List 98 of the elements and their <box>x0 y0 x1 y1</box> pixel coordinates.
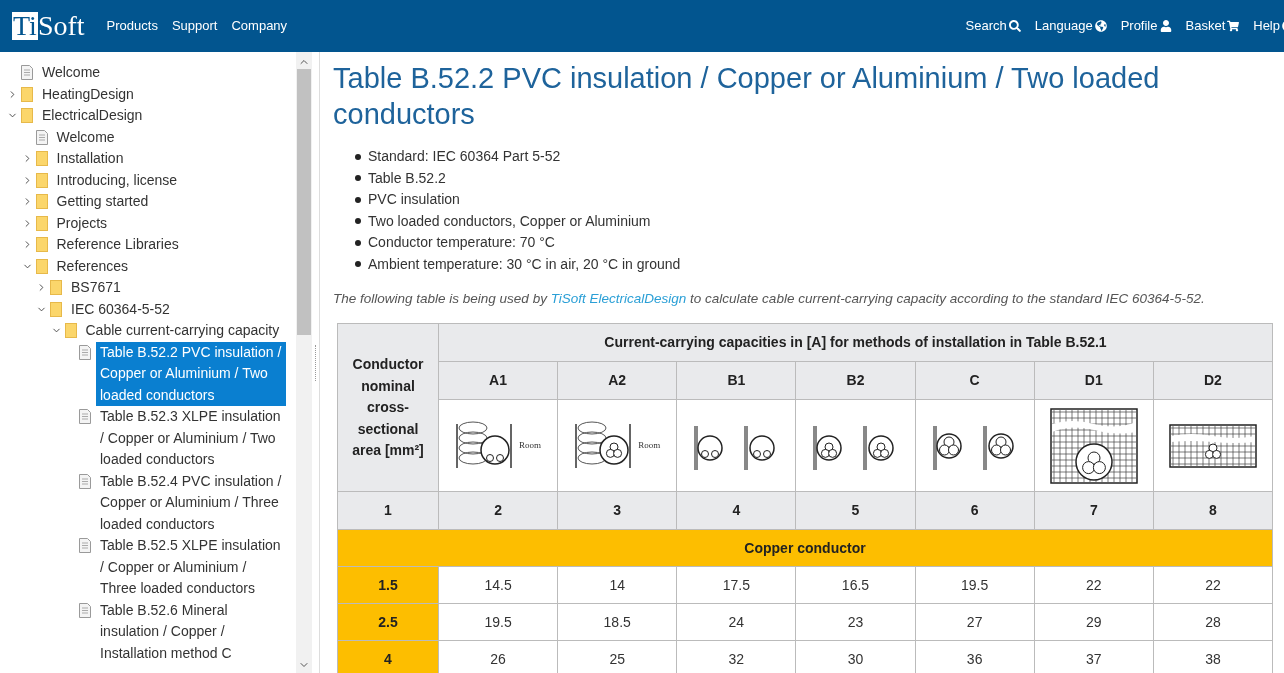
document-icon <box>79 473 91 489</box>
folder-icon <box>35 237 48 252</box>
folder-icon <box>50 301 62 317</box>
folder-icon <box>21 108 33 123</box>
tree-item[interactable]: Table B.52.6 Mineral insulation / Copper / Installation method C <box>96 599 286 664</box>
diagram-label: Room <box>638 439 661 452</box>
tree-item[interactable]: Projects <box>52 212 112 234</box>
tree-item[interactable]: Cable current-carrying capacity <box>81 320 284 342</box>
scrollbar-thumb[interactable] <box>297 69 311 335</box>
bullet-text: PVC insulation <box>368 190 460 210</box>
nav-link[interactable]: Help <box>1253 16 1284 36</box>
tree-item[interactable]: Introducing, license <box>52 169 182 191</box>
header-cell: B2 <box>795 361 916 400</box>
header-cell: A1 <box>438 361 558 400</box>
table-cell: 17.5 <box>676 566 796 604</box>
bullet-text: Table B.52.2 <box>368 168 446 188</box>
table-cell: 18.5 <box>557 603 677 641</box>
folder-icon <box>35 215 48 231</box>
folder-icon <box>35 258 48 274</box>
header-cell: 2 <box>438 491 558 530</box>
tree-item[interactable]: Welcome <box>38 62 105 84</box>
tree-item[interactable]: Installation <box>52 148 128 170</box>
table-cell: 24 <box>676 603 796 641</box>
table-cell: 19.5 <box>438 603 558 641</box>
intro-paragraph: The following table is being used by TiSoft ElectricalDesign to calculate cable current-carrying capacity according to the standard IEC 60364-5-52. <box>333 290 1206 308</box>
globe-icon <box>1094 20 1107 32</box>
header-cell: 7 <box>1034 491 1154 530</box>
cart-icon <box>1227 20 1240 32</box>
bullet-text: Conductor temperature: 70 °C <box>368 233 555 253</box>
tree-item[interactable]: HeatingDesign <box>38 83 138 105</box>
nav-link[interactable]: Search <box>965 16 1021 36</box>
folder-icon <box>21 86 33 102</box>
header-cell: 4 <box>676 491 796 530</box>
nav-link[interactable]: Language <box>1034 16 1107 36</box>
scrollbar[interactable] <box>296 52 312 673</box>
document-icon <box>79 602 91 618</box>
header-cell: A2 <box>557 361 677 400</box>
diagram-label: Room <box>519 439 542 452</box>
table-cell: 14 <box>557 566 677 604</box>
header-cell: 3 <box>557 491 677 530</box>
folder-icon <box>35 194 48 209</box>
nav-link[interactable]: Products <box>106 16 158 36</box>
nav-link[interactable]: Support <box>171 16 218 36</box>
size-cell: 4 <box>337 640 439 673</box>
header-cell: Current-carrying capacities in [A] for methods of installation in Table B.52.1 <box>438 323 1273 362</box>
header-cell: C <box>915 361 1035 400</box>
table-cell: 27 <box>915 603 1035 641</box>
header-cell: Conductor nominal cross-sectional area [mm²] <box>337 323 439 492</box>
tree-item[interactable]: Table B.52.5 XLPE insulation / Copper or Aluminium / Three loaded conductors <box>96 535 286 600</box>
tree-item[interactable]: Reference Libraries <box>52 234 183 256</box>
tree-item[interactable]: Getting started <box>52 191 153 213</box>
size-cell: 1.5 <box>337 566 439 604</box>
nav-link[interactable]: Company <box>231 16 288 36</box>
document-icon <box>35 129 48 145</box>
folder-icon <box>35 151 48 166</box>
header-cell: 6 <box>915 491 1035 530</box>
logo-mark: Ti <box>12 12 38 40</box>
tree-item[interactable]: Table B.52.3 XLPE insulation / Copper or Aluminium / Two loaded conductors <box>96 406 286 471</box>
document-icon <box>79 538 91 553</box>
table-cell: 29 <box>1034 603 1154 641</box>
bullet-text: Two loaded conductors, Copper or Aluminium <box>368 211 651 231</box>
tree-item[interactable]: Table B.52.2 PVC insulation / Copper or Aluminium / Two loaded conductors <box>96 341 286 406</box>
page-title: Table B.52.2 PVC insulation / Copper or Aluminium / Two loaded conductors <box>333 61 1161 132</box>
bullet-text: Standard: IEC 60364 Part 5-52 <box>368 147 561 167</box>
search-icon <box>1008 20 1021 32</box>
size-cell: 2.5 <box>337 603 439 641</box>
header-cell: 8 <box>1153 491 1273 530</box>
logo[interactable]: TiSoft <box>12 12 85 40</box>
tree-item[interactable]: BS7671 <box>67 277 125 299</box>
document-icon <box>79 409 91 424</box>
header-cell: 1 <box>337 491 439 530</box>
table-cell: 23 <box>795 603 916 641</box>
header-cell: B1 <box>676 361 796 400</box>
tree-item[interactable]: Table B.52.4 PVC insulation / Copper or Aluminium / Three loaded conductors <box>96 470 286 535</box>
table-cell: 28 <box>1153 603 1273 641</box>
tree-item[interactable]: Welcome <box>52 126 119 148</box>
folder-icon <box>64 323 77 338</box>
folder-icon <box>35 172 48 188</box>
bullet-text: Ambient temperature: 30 °C in air, 20 °C in ground <box>368 254 681 274</box>
tree-item[interactable]: References <box>52 255 133 277</box>
nav-link[interactable]: Profile <box>1120 16 1172 36</box>
table-cell: 16.5 <box>795 566 916 604</box>
table-cell: 22 <box>1153 566 1273 604</box>
table-cell: 14.5 <box>438 566 558 604</box>
section-header-cell: Copper conductor <box>337 529 1273 567</box>
document-icon <box>21 65 33 80</box>
table-cell: 19.5 <box>915 566 1035 604</box>
table-cell: 22 <box>1034 566 1154 604</box>
user-icon <box>1159 20 1172 32</box>
document-icon <box>79 344 91 360</box>
tree-item[interactable]: IEC 60364-5-52 <box>67 298 174 320</box>
header-cell: D2 <box>1153 361 1273 400</box>
tree-item[interactable]: ElectricalDesign <box>38 105 147 127</box>
nav-link[interactable]: Basket <box>1185 16 1240 36</box>
header-cell: D1 <box>1034 361 1154 400</box>
header-cell: 5 <box>795 491 916 530</box>
logo-text: Soft <box>37 12 85 40</box>
folder-icon <box>50 280 62 295</box>
